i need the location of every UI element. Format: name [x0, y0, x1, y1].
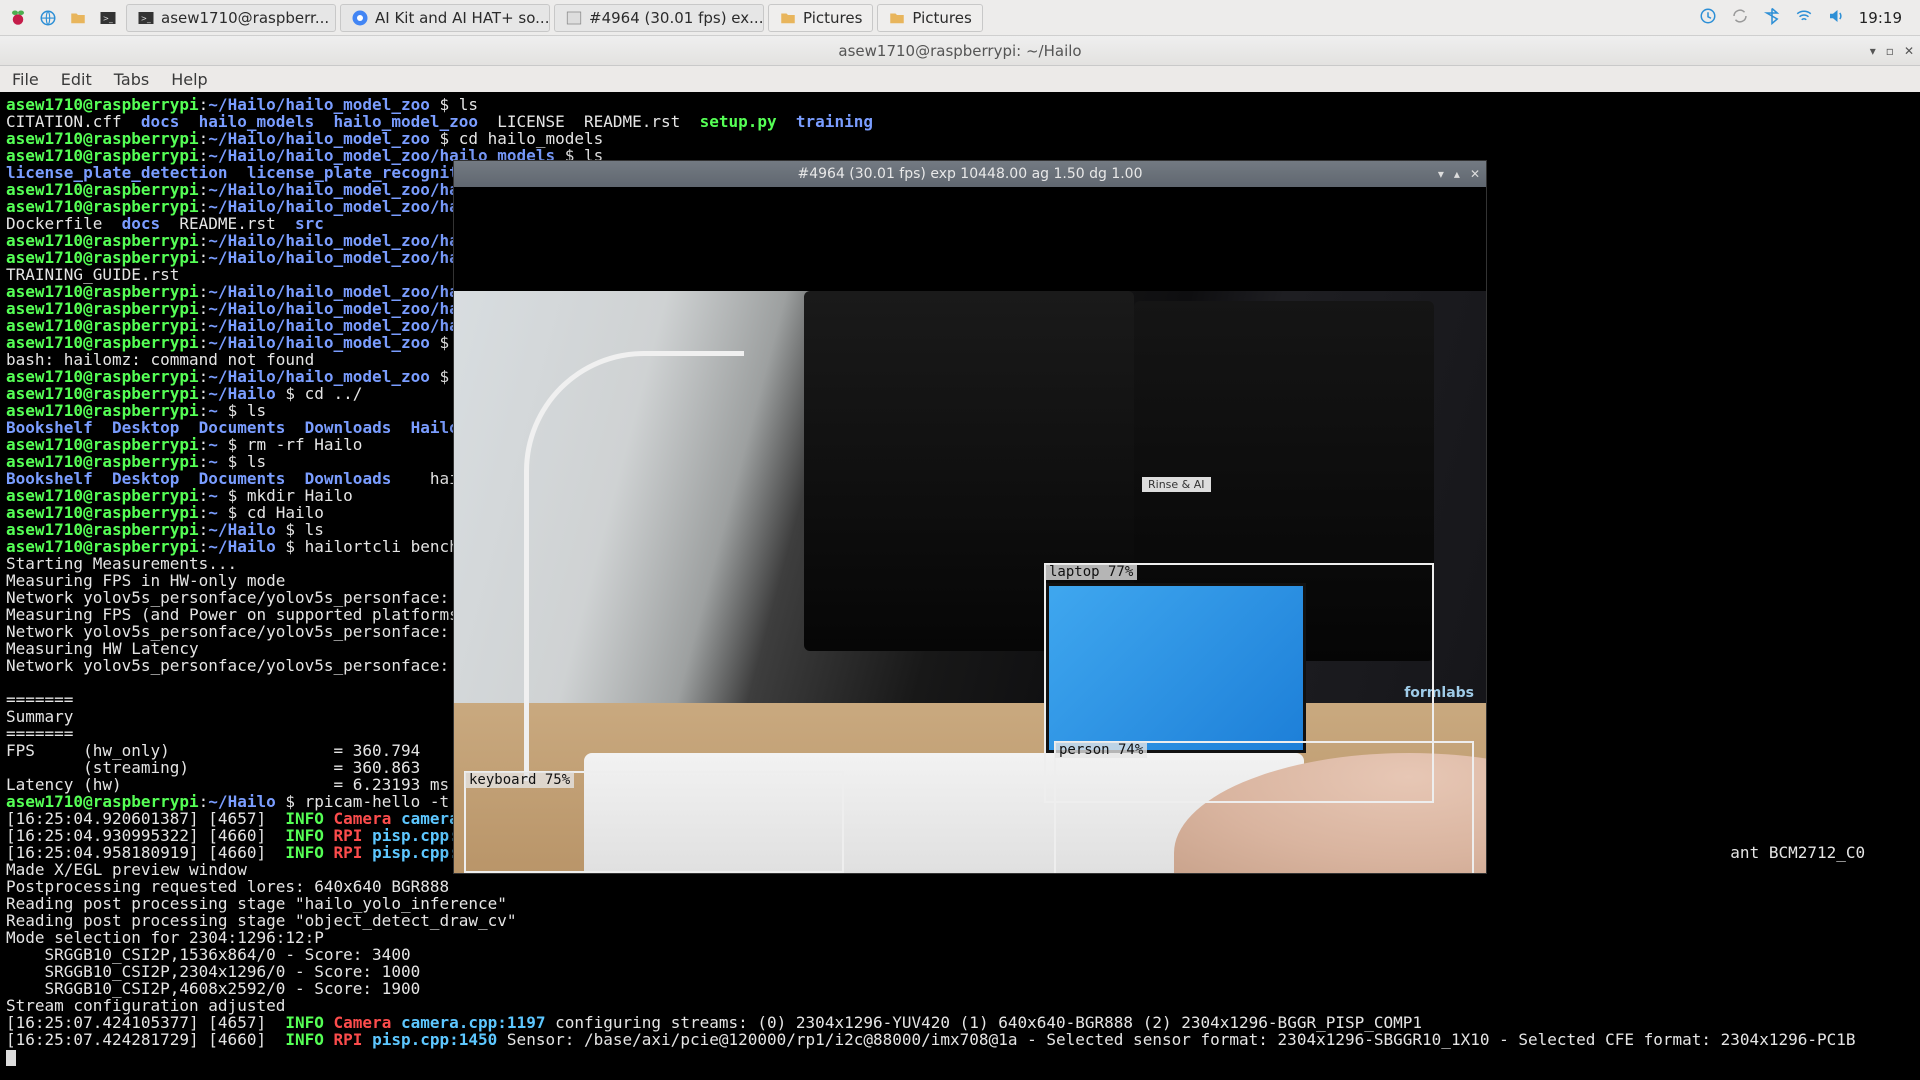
taskbar: >_ >_ asew1710@raspberr... AI Kit and AI H… — [0, 0, 1920, 36]
detection-box-1: person 74% — [1054, 741, 1474, 873]
taskbar-windows: >_ asew1710@raspberr... AI Kit and AI HAT+… — [126, 4, 987, 32]
camera-preview-window[interactable]: #4964 (30.01 fps) exp 10448.00 ag 1.50 d… — [453, 160, 1487, 874]
detection-label: laptop 77% — [1045, 564, 1137, 580]
detection-label: person 74% — [1055, 742, 1147, 758]
svg-text:>_: >_ — [141, 14, 151, 23]
close-icon[interactable]: ✕ — [1470, 167, 1480, 181]
taskbar-item-1[interactable]: AI Kit and AI HAT+ so... — [340, 4, 550, 32]
minimize-icon[interactable]: ▾ — [1870, 44, 1876, 58]
camera-window-titlebar[interactable]: #4964 (30.01 fps) exp 10448.00 ag 1.50 d… — [454, 161, 1486, 187]
launcher-icons: >_ — [6, 6, 120, 30]
menu-file[interactable]: File — [12, 70, 39, 89]
window-title: asew1710@raspberrypi: ~/Hailo — [838, 42, 1081, 60]
camera-window-controls: ▾ ▴ ✕ — [1438, 167, 1480, 181]
clock[interactable]: 19:19 — [1859, 9, 1902, 27]
updates-icon[interactable] — [1699, 7, 1717, 29]
taskbar-item-3[interactable]: Pictures — [768, 4, 873, 32]
task-label: AI Kit and AI HAT+ so... — [375, 9, 549, 27]
window-controls: ▾ ▫ ✕ — [1870, 44, 1914, 58]
svg-text:>_: >_ — [103, 14, 113, 23]
printer-label: Rinse & AI — [1142, 477, 1211, 492]
camera-feed: Rinse & AI formlabs laptop 77%person 74%… — [454, 291, 1486, 873]
window-icon — [565, 9, 583, 27]
system-tray: 19:19 — [1699, 7, 1914, 29]
minimize-icon[interactable]: ▾ — [1438, 167, 1444, 181]
folder-icon — [888, 9, 906, 27]
terminal-menubar: File Edit Tabs Help — [0, 66, 1920, 92]
menu-edit[interactable]: Edit — [61, 70, 92, 89]
task-label: asew1710@raspberr... — [161, 9, 329, 27]
terminal-icon: >_ — [137, 9, 155, 27]
chromium-icon — [351, 9, 369, 27]
maximize-icon[interactable]: ▴ — [1454, 167, 1460, 181]
terminal-titlebar[interactable]: asew1710@raspberrypi: ~/Hailo ▾ ▫ ✕ — [0, 36, 1920, 66]
terminal-launcher-icon[interactable]: >_ — [96, 6, 120, 30]
detection-box-2: keyboard 75% — [464, 771, 844, 873]
menu-help[interactable]: Help — [171, 70, 207, 89]
folder-icon — [779, 9, 797, 27]
close-icon[interactable]: ✕ — [1904, 44, 1914, 58]
taskbar-item-0[interactable]: >_ asew1710@raspberr... — [126, 4, 336, 32]
file-manager-icon[interactable] — [66, 6, 90, 30]
maximize-icon[interactable]: ▫ — [1886, 44, 1894, 58]
taskbar-item-4[interactable]: Pictures — [877, 4, 982, 32]
globe-icon[interactable] — [36, 6, 60, 30]
task-label: Pictures — [912, 9, 971, 27]
raspberry-menu-icon[interactable] — [6, 6, 30, 30]
task-label: Pictures — [803, 9, 862, 27]
camera-window-title: #4964 (30.01 fps) exp 10448.00 ag 1.50 d… — [798, 166, 1143, 182]
wifi-icon[interactable] — [1795, 7, 1813, 29]
detection-label: keyboard 75% — [465, 772, 574, 788]
taskbar-item-2[interactable]: #4964 (30.01 fps) ex... — [554, 4, 764, 32]
task-label: #4964 (30.01 fps) ex... — [589, 9, 763, 27]
sync-icon[interactable] — [1731, 7, 1749, 29]
terminal-cursor — [6, 1050, 16, 1066]
volume-icon[interactable] — [1827, 7, 1845, 29]
bluetooth-icon[interactable] — [1763, 7, 1781, 29]
menu-tabs[interactable]: Tabs — [114, 70, 149, 89]
camera-black-gap — [454, 187, 1486, 291]
